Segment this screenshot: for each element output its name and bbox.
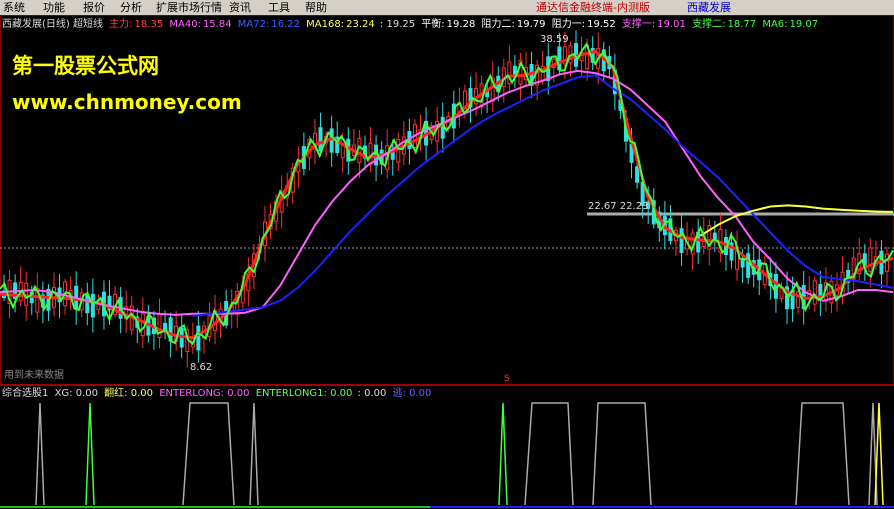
sub-signal-shape: [874, 402, 884, 506]
menu-item-tools[interactable]: 工具: [268, 0, 290, 15]
menu-item-help[interactable]: 帮助: [305, 0, 327, 15]
zuli1-label: 阻力一:: [551, 19, 586, 30]
ma168-value: 23.24: [346, 19, 375, 30]
pingheng-label: 平衡:: [421, 19, 445, 30]
pingheng-value: 19.28: [446, 19, 476, 30]
menu-bar: 系统 功能 报价 分析 扩展市场行情 资讯 工具 帮助 通达信金融终端-内测版 …: [0, 0, 894, 16]
candle-body: [885, 253, 889, 272]
candle-body: [318, 127, 323, 152]
enterlong1-value: ENTERLONG1: 0.00: [255, 388, 353, 399]
ma72-value: 16.22: [271, 19, 300, 30]
xg-value: XG: 0.00: [54, 388, 98, 399]
candle-body: [140, 313, 145, 337]
sub-panel-title: 综合选股1: [2, 388, 49, 399]
zhicheng1-value: 19.01: [657, 19, 686, 30]
zhicheng2-label: 支撑二:: [692, 19, 726, 30]
sub-signal-shape: [498, 402, 508, 506]
sub-signal-shape: [795, 402, 850, 506]
main-indicator-line: 西藏发展(日线) 超短线 主力: 18.35 MA40: 15.84 MA72: 16…: [2, 18, 818, 31]
menu-item-news[interactable]: 资讯: [229, 0, 251, 15]
sub-signal-shape: [592, 402, 652, 506]
watermark-title: 第一股票公式网: [12, 54, 159, 78]
ma6-value: 19.07: [789, 19, 819, 30]
menu-item-analysis[interactable]: 分析: [120, 0, 142, 15]
sub-signal-shape: [249, 402, 259, 506]
candle-body: [196, 325, 201, 351]
candle-body: [396, 139, 401, 163]
sub-indicator-line: 综合选股1 XG: 0.00 翻红: 0.00 ENTERLONG: 0.00 …: [2, 387, 431, 400]
sell-marker: S: [504, 374, 510, 384]
ma6-label: MA6:: [762, 19, 788, 30]
zhicheng1-label: 支撑一:: [621, 19, 656, 30]
sub-signal-shape: [182, 402, 235, 506]
tao-value: 逃: 0.00: [392, 388, 432, 399]
candle-body: [868, 247, 873, 273]
menu-item-system[interactable]: 系统: [3, 0, 25, 15]
candle-body: [812, 280, 817, 305]
candle-body: [340, 138, 345, 159]
menu-item-extended-market[interactable]: 扩展市场行情: [156, 0, 222, 15]
high-price-label: 38.59: [540, 34, 569, 45]
fanhong-value: 翻红: 0.00: [104, 388, 153, 399]
client-title: 通达信金融终端-内测版: [536, 1, 650, 14]
extra-value: : 19.25: [379, 19, 416, 30]
zuli2-label: 阻力二:: [481, 19, 515, 30]
ma40-value: 15.84: [202, 19, 232, 30]
ma40-label: MA40:: [169, 19, 201, 30]
watermark-url: www.chnmoney.com: [12, 90, 242, 114]
sub-signal-shape: [35, 402, 45, 506]
candle-body: [635, 166, 640, 183]
sub-indicator-lines: [35, 402, 884, 506]
candle-body: [85, 295, 90, 314]
enterlong-value: ENTERLONG: 0.00: [159, 388, 250, 399]
candle-body: [679, 228, 684, 253]
zhuli-label: 主力:: [109, 19, 133, 30]
menu-item-quote[interactable]: 报价: [83, 0, 105, 15]
chart-title: 西藏发展(日线) 超短线: [2, 19, 103, 30]
zuli2-value: 19.79: [516, 19, 546, 30]
ma72-label: MA72:: [237, 19, 270, 30]
candle-body: [90, 293, 95, 318]
zhuli-value: 18.35: [134, 19, 164, 30]
band-price-label: 22.67 22.23: [588, 201, 649, 212]
ma168-label: MA168:: [306, 19, 345, 30]
sub-extra-value: : 0.00: [357, 388, 387, 399]
sub-signal-shape: [85, 402, 95, 506]
sub-signal-shape: [524, 402, 574, 506]
menu-item-function[interactable]: 功能: [43, 0, 65, 15]
stock-title: 西藏发展: [687, 1, 731, 14]
zuli1-value: 19.52: [587, 19, 616, 30]
low-price-label: 8.62: [190, 362, 213, 373]
future-data-notice: 用到未来数据: [4, 370, 64, 381]
zhicheng2-value: 18.77: [727, 19, 757, 30]
